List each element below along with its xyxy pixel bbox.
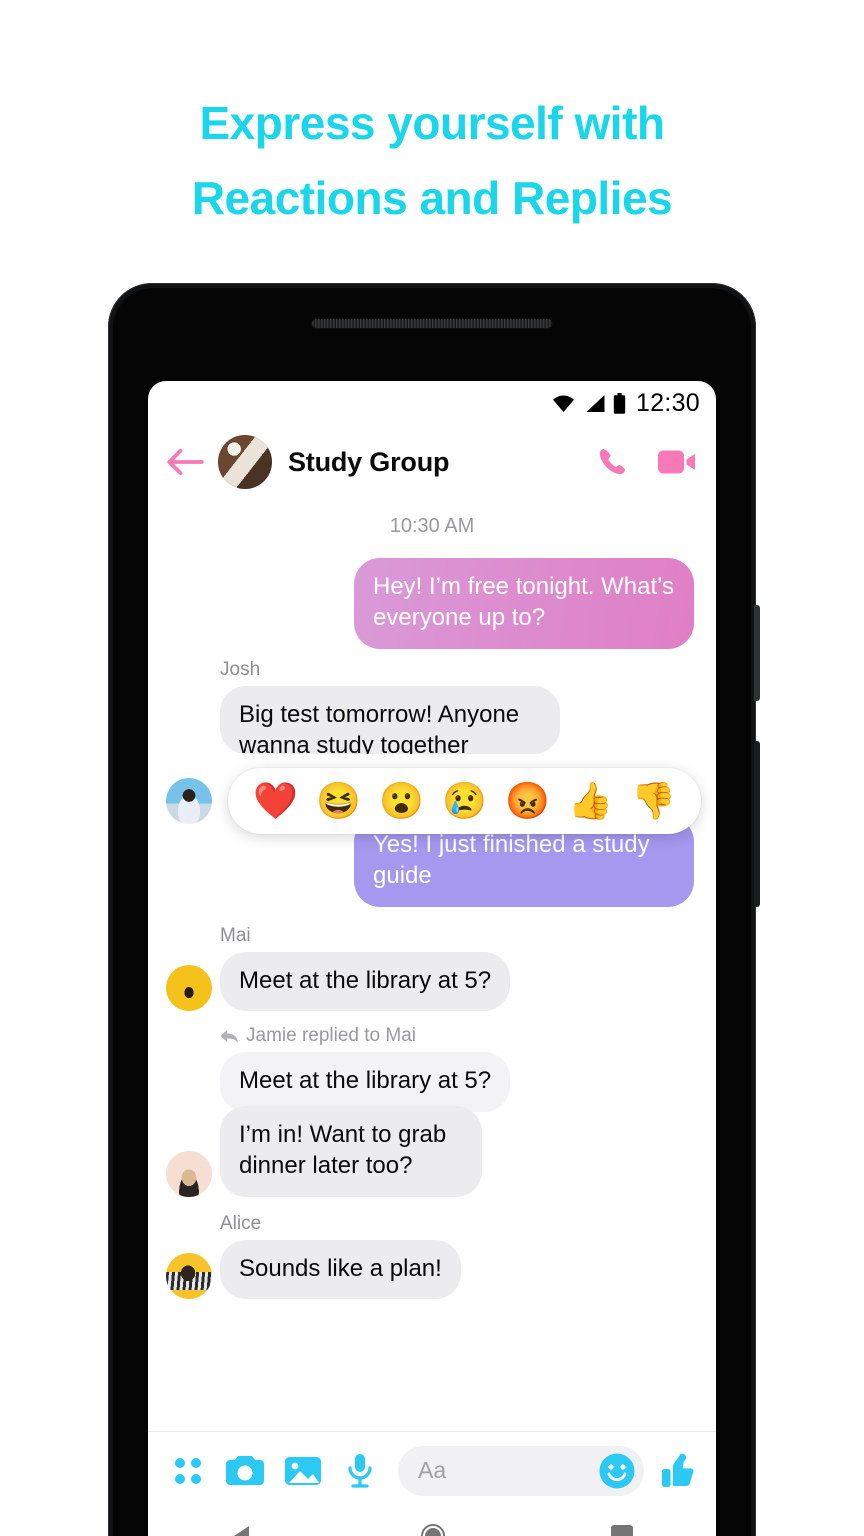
battery-icon bbox=[613, 392, 626, 414]
status-bar: 12:30 bbox=[148, 381, 716, 425]
volume-button[interactable] bbox=[754, 741, 760, 907]
alice-avatar bbox=[166, 1252, 212, 1299]
video-call-icon[interactable] bbox=[658, 449, 696, 475]
headline-line-1: Express yourself with bbox=[199, 97, 666, 149]
gallery-icon[interactable] bbox=[280, 1454, 326, 1487]
message-bubble[interactable]: Meet at the library at 5? bbox=[220, 951, 511, 1012]
message-row-incoming: Sounds like a plan! bbox=[148, 1239, 716, 1299]
thumbs-up-reaction[interactable]: 👍 bbox=[559, 783, 622, 819]
page-title: Express yourself with Reactions and Repl… bbox=[0, 86, 864, 235]
message-row-incoming: Big test tomorrow! Anyone wanna study to… bbox=[148, 685, 716, 754]
earpiece-speaker bbox=[312, 319, 552, 328]
camera-icon[interactable] bbox=[222, 1454, 268, 1487]
mai-avatar bbox=[166, 965, 212, 1012]
message-row-outgoing: Hey! I’m free tonight. What’s everyone u… bbox=[148, 558, 716, 649]
wow-reaction[interactable]: 😮 bbox=[370, 783, 433, 819]
more-apps-icon[interactable] bbox=[166, 1454, 210, 1488]
thumbs-down-reaction[interactable]: 👎 bbox=[622, 783, 685, 819]
jamie-avatar bbox=[166, 1150, 212, 1197]
reply-context-text: Jamie replied to Mai bbox=[246, 1025, 417, 1047]
phone-screen: 12:30 Study Group 10:30 AM Hey! I’m free… bbox=[148, 381, 716, 1536]
android-back-button[interactable] bbox=[230, 1523, 256, 1536]
conversation-title: Study Group bbox=[288, 446, 450, 477]
group-avatar[interactable] bbox=[218, 435, 272, 489]
message-thread: 10:30 AM Hey! I’m free tonight. What’s e… bbox=[148, 515, 716, 1367]
reply-arrow-icon bbox=[220, 1029, 238, 1043]
sticker-smiley-icon[interactable] bbox=[598, 1452, 636, 1490]
sad-reaction[interactable]: 😢 bbox=[433, 783, 496, 819]
power-button[interactable] bbox=[754, 605, 760, 701]
wifi-icon bbox=[552, 395, 574, 412]
promo-screenshot: Express yourself with Reactions and Repl… bbox=[0, 0, 864, 1536]
message-bubble[interactable]: Sounds like a plan! bbox=[220, 1239, 461, 1299]
headline-line-2: Reactions and Replies bbox=[191, 171, 673, 224]
android-home-button[interactable] bbox=[420, 1523, 446, 1536]
message-bubble[interactable]: Hey! I’m free tonight. What’s everyone u… bbox=[354, 558, 694, 649]
reaction-picker-row: ❤️ 😆 😮 😢 😡 👍 👎 bbox=[148, 768, 716, 834]
thread-timestamp: 10:30 AM bbox=[389, 515, 475, 537]
android-nav-bar bbox=[148, 1509, 716, 1536]
message-input-placeholder: Aa bbox=[418, 1457, 447, 1483]
message-row-reply: Meet at the library at 5? I’m in! Want t… bbox=[148, 1052, 716, 1197]
message-bubble[interactable]: I’m in! Want to grab dinner later too? bbox=[220, 1105, 482, 1197]
message-bubble[interactable]: Big test tomorrow! Anyone wanna study to… bbox=[220, 685, 560, 754]
message-sender-label: Alice bbox=[220, 1212, 262, 1234]
thumbs-up-send-icon[interactable] bbox=[658, 1453, 698, 1489]
heart-reaction[interactable]: ❤️ bbox=[244, 783, 307, 819]
reply-context-label: Jamie replied to Mai bbox=[220, 1025, 716, 1047]
reaction-picker[interactable]: ❤️ 😆 😮 😢 😡 👍 👎 bbox=[228, 768, 701, 834]
laughing-reaction[interactable]: 😆 bbox=[307, 783, 370, 819]
android-recents-button[interactable] bbox=[610, 1524, 634, 1536]
cellular-signal-icon bbox=[586, 394, 605, 412]
message-sender-label: Josh bbox=[220, 658, 261, 680]
status-clock: 12:30 bbox=[635, 388, 700, 417]
message-composer: Aa bbox=[148, 1431, 716, 1509]
message-row-incoming: Meet at the library at 5? bbox=[148, 951, 716, 1012]
back-arrow-icon[interactable] bbox=[166, 447, 204, 477]
message-input[interactable]: Aa bbox=[398, 1445, 644, 1496]
angry-reaction[interactable]: 😡 bbox=[496, 783, 559, 819]
phone-call-icon[interactable] bbox=[596, 445, 630, 479]
josh-avatar bbox=[166, 778, 212, 824]
message-sender-label: Mai bbox=[220, 924, 251, 946]
chat-header: Study Group bbox=[148, 425, 716, 499]
microphone-icon[interactable] bbox=[340, 1453, 380, 1489]
phone-mockup: 12:30 Study Group 10:30 AM Hey! I’m free… bbox=[108, 283, 760, 1536]
quoted-message-bubble[interactable]: Meet at the library at 5? bbox=[220, 1052, 511, 1112]
